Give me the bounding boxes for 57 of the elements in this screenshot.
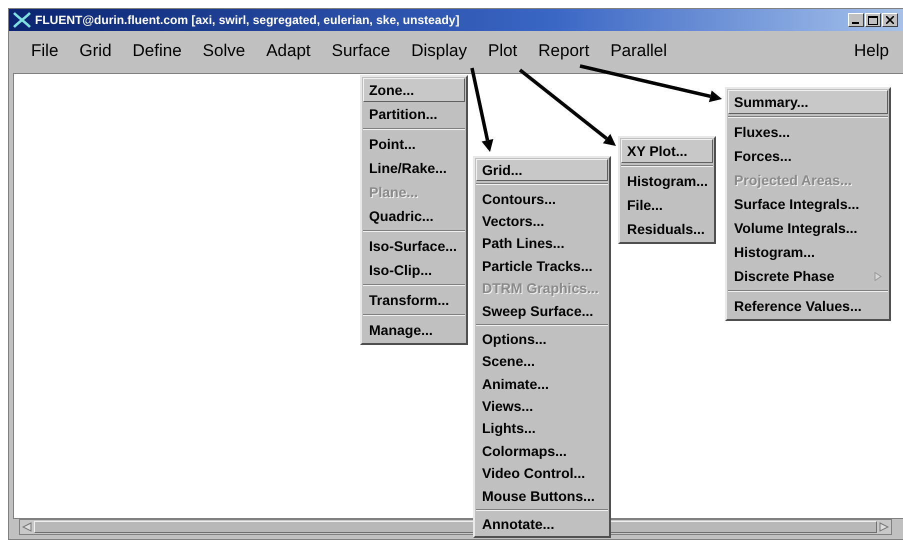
window-title: FLUENT@durin.fluent.com [axi, swirl, segregated, eulerian, ske, unsteady]	[35, 13, 460, 27]
menu-item[interactable]: Path Lines...	[476, 232, 608, 255]
menu-item[interactable]: Point...	[363, 132, 465, 156]
menu-item[interactable]: Scene...	[476, 350, 608, 373]
menu-title[interactable]: File	[23, 39, 66, 63]
menu-item[interactable]: Manage...	[363, 318, 465, 342]
menu-item[interactable]: Vectors...	[476, 210, 608, 232]
menu-title[interactable]: Plot	[480, 39, 526, 63]
menu-title[interactable]: Grid	[71, 39, 120, 63]
minimize-button[interactable]	[848, 13, 864, 27]
menu-item[interactable]: Annotate...	[476, 512, 608, 536]
menu-item[interactable]: Iso-Clip...	[363, 258, 465, 282]
menu-item[interactable]: Sweep Surface...	[476, 299, 608, 322]
menu-title[interactable]: Adapt	[258, 39, 319, 63]
menu-item[interactable]: Histogram...	[728, 240, 888, 264]
menu-item[interactable]: Mouse Buttons...	[476, 484, 608, 507]
menu-item[interactable]: Lights...	[476, 417, 608, 440]
menu-title[interactable]: Surface	[324, 39, 398, 63]
submenu-arrow-icon	[874, 272, 882, 280]
menu-item[interactable]: Video Control...	[476, 462, 608, 484]
menu-item[interactable]: Iso-Surface...	[363, 234, 465, 258]
menu-item[interactable]: Grid...	[476, 159, 608, 182]
menu-item[interactable]: Discrete Phase	[728, 264, 888, 288]
menu-item[interactable]: Line/Rake...	[363, 156, 465, 180]
menu-item[interactable]: Views...	[476, 394, 608, 418]
menu-item[interactable]: Zone...	[363, 78, 465, 102]
maximize-button[interactable]	[865, 13, 881, 27]
menu-item[interactable]: Surface Integrals...	[728, 192, 888, 216]
scroll-left-icon	[22, 522, 32, 532]
menu-title[interactable]: Parallel	[602, 39, 676, 63]
maximize-icon	[868, 16, 878, 24]
menu-item[interactable]: Residuals...	[621, 217, 713, 241]
app-logo-icon	[13, 12, 31, 28]
menu-item[interactable]: Contours...	[476, 187, 608, 210]
menu-title[interactable]: Solve	[194, 39, 254, 63]
menu-item[interactable]: XY Plot...	[621, 139, 713, 163]
menu-item[interactable]: Colormaps...	[476, 440, 608, 462]
menu-item[interactable]: Animate...	[476, 372, 608, 395]
menu-item[interactable]: Fluxes...	[728, 120, 888, 144]
scroll-right-icon	[879, 522, 889, 532]
close-button[interactable]	[882, 13, 898, 27]
menu-title[interactable]: Help	[846, 39, 897, 63]
menu-item[interactable]: Volume Integrals...	[728, 216, 888, 240]
menu-item[interactable]: Options...	[476, 328, 608, 350]
close-icon	[886, 16, 894, 24]
menu-item[interactable]: Particle Tracks...	[476, 254, 608, 277]
menu-item[interactable]: Partition...	[363, 102, 465, 126]
menu-title[interactable]: Define	[124, 39, 190, 63]
menu-title[interactable]: Display	[403, 39, 475, 63]
menu-item[interactable]: Transform...	[363, 288, 465, 312]
menu-item[interactable]: File...	[621, 193, 713, 217]
menu-item[interactable]: Summary...	[728, 90, 888, 114]
menu-item[interactable]: Forces...	[728, 144, 888, 168]
menu-item[interactable]: Reference Values...	[728, 294, 888, 318]
menu-title[interactable]: Report	[530, 39, 598, 63]
menu-item[interactable]: Quadric...	[363, 204, 465, 228]
menu-item[interactable]: Histogram...	[621, 169, 713, 193]
